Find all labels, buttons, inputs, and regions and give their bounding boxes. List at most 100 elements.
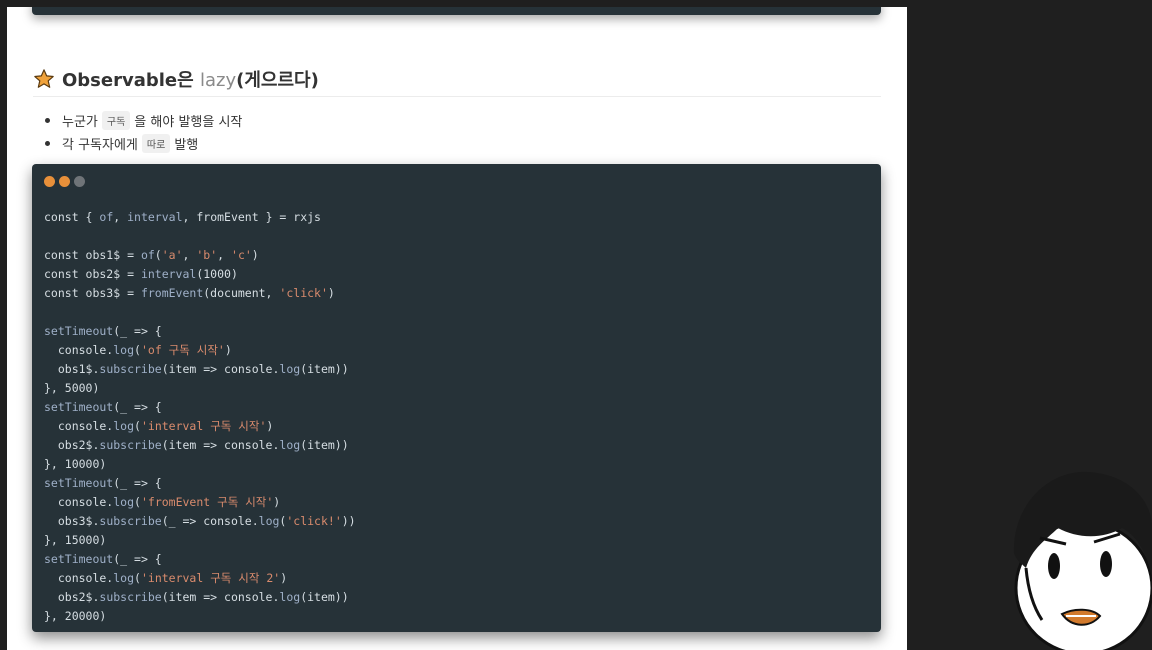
code-line: const obs1$ = of('a', 'b', 'c') (44, 246, 356, 265)
code-text: (item => console. (161, 362, 280, 376)
bullet-text-before: 각 구독자에게 (62, 138, 138, 153)
code-text: ( (134, 343, 141, 357)
code-line: obs1$.subscribe(item => console.log(item… (44, 360, 356, 379)
code-line: obs2$.subscribe(item => console.log(item… (44, 436, 356, 455)
code-text: (item)) (300, 362, 349, 376)
document-page: Observable은 lazy(게으르다) 누군가 구독 을 해야 발행을 시… (7, 7, 907, 650)
section-heading: Observable은 lazy(게으르다) (33, 67, 881, 97)
code-function: setTimeout (44, 476, 114, 490)
code-string: 'click!' (286, 514, 342, 528)
code-text: console. (44, 419, 114, 433)
code-line: obs2$.subscribe(item => console.log(item… (44, 588, 356, 607)
window-dot (44, 176, 55, 187)
heading-title: Observable은 (62, 69, 200, 91)
code-line: console.log('of 구독 시작') (44, 341, 356, 360)
bullet-dot (45, 141, 50, 146)
code-text: }, 10000) (44, 457, 107, 471)
code-text: ( (134, 571, 141, 585)
code-line: console.log('fromEvent 구독 시작') (44, 493, 356, 512)
code-text: obs2$. (44, 590, 100, 604)
code-function: log (279, 362, 301, 376)
code-line: const { of, interval, fromEvent } = rxjs (44, 208, 356, 227)
code-function: of (99, 210, 114, 224)
code-line: obs3$.subscribe(_ => console.log('click!… (44, 512, 356, 531)
list-item: 누군가 구독 을 해야 발행을 시작 (45, 109, 242, 132)
heading-suffix: (게으르다) (236, 69, 319, 91)
window-dots (44, 176, 85, 187)
code-function: log (113, 343, 135, 357)
bullet-text-before: 누군가 (62, 115, 98, 130)
bullet-text-after: 을 해야 발행을 시작 (134, 115, 243, 130)
code-text: console. (44, 495, 114, 509)
code-line: }, 5000) (44, 379, 356, 398)
code-function: setTimeout (44, 552, 114, 566)
code-function: log (113, 495, 135, 509)
code-text: ) (280, 571, 288, 585)
code-string: 'interval 구독 시작 2' (140, 571, 281, 585)
bullet-dot (45, 118, 50, 123)
code-text: }, 5000) (44, 381, 100, 395)
code-text: }, 20000) (44, 609, 107, 623)
code-function: log (113, 571, 135, 585)
code-line: }, 10000) (44, 455, 356, 474)
code-string: 'click' (279, 286, 328, 300)
code-line: const obs3$ = fromEvent(document, 'click… (44, 284, 356, 303)
code-function: setTimeout (44, 324, 114, 338)
code-text: }, 15000) (44, 533, 107, 547)
code-text: (item => console. (161, 438, 280, 452)
inline-code: 따로 (141, 134, 171, 153)
code-text: obs2$. (44, 438, 100, 452)
code-string: 'of 구독 시작' (140, 343, 225, 357)
code-function: of (140, 248, 155, 262)
code-function: interval (140, 267, 197, 281)
code-text: (item => console. (161, 590, 280, 604)
code-text: , fromEvent } = rxjs (182, 210, 321, 224)
code-line: console.log('interval 구독 시작') (44, 417, 356, 436)
window-dot (59, 176, 70, 187)
code-text: ) (224, 343, 232, 357)
star-icon (34, 68, 54, 88)
code-string: 'c' (231, 248, 252, 262)
code-block: const { of, interval, fromEvent } = rxjs… (32, 164, 881, 632)
code-line: setTimeout(_ => { (44, 398, 356, 417)
code-text: , (217, 248, 232, 262)
code-string: 'interval 구독 시작' (140, 419, 267, 433)
code-line: }, 15000) (44, 531, 356, 550)
presenter-avatar (1013, 471, 1152, 650)
code-text: (_ => { (113, 324, 162, 338)
code-text: (_ => { (113, 400, 162, 414)
code-function: subscribe (99, 514, 162, 528)
code-function: subscribe (99, 590, 162, 604)
code-text: const obs2$ = (44, 267, 141, 281)
code-text: ) (251, 248, 259, 262)
code-text: (_ => { (113, 552, 162, 566)
code-text: ( (134, 419, 141, 433)
code-line: setTimeout(_ => { (44, 322, 356, 341)
code-function: subscribe (99, 362, 162, 376)
previous-code-block (32, 7, 881, 15)
code-text: ) (327, 286, 335, 300)
code-function: setTimeout (44, 400, 114, 414)
code-string: 'fromEvent 구독 시작' (140, 495, 274, 509)
code-text: const obs3$ = (44, 286, 141, 300)
code-function: log (279, 590, 301, 604)
inline-code: 구독 (101, 111, 131, 130)
code-line: setTimeout(_ => { (44, 550, 356, 569)
code-string: 'a' (161, 248, 183, 262)
code-text: (document, (203, 286, 280, 300)
code-text: ) (273, 495, 281, 509)
code-text: const obs1$ = (44, 248, 141, 262)
code-text: , (113, 210, 128, 224)
code-function: log (113, 419, 135, 433)
code-text: (1000) (196, 267, 238, 281)
code-text: )) (341, 514, 356, 528)
code-function: interval (127, 210, 183, 224)
bullet-text-after: 발행 (174, 138, 199, 153)
code-text: ( (154, 248, 162, 262)
code-text: ( (134, 495, 141, 509)
code-text: (item)) (300, 590, 349, 604)
code-line: console.log('interval 구독 시작 2') (44, 569, 356, 588)
list-item: 각 구독자에게 따로 발행 (45, 132, 242, 155)
